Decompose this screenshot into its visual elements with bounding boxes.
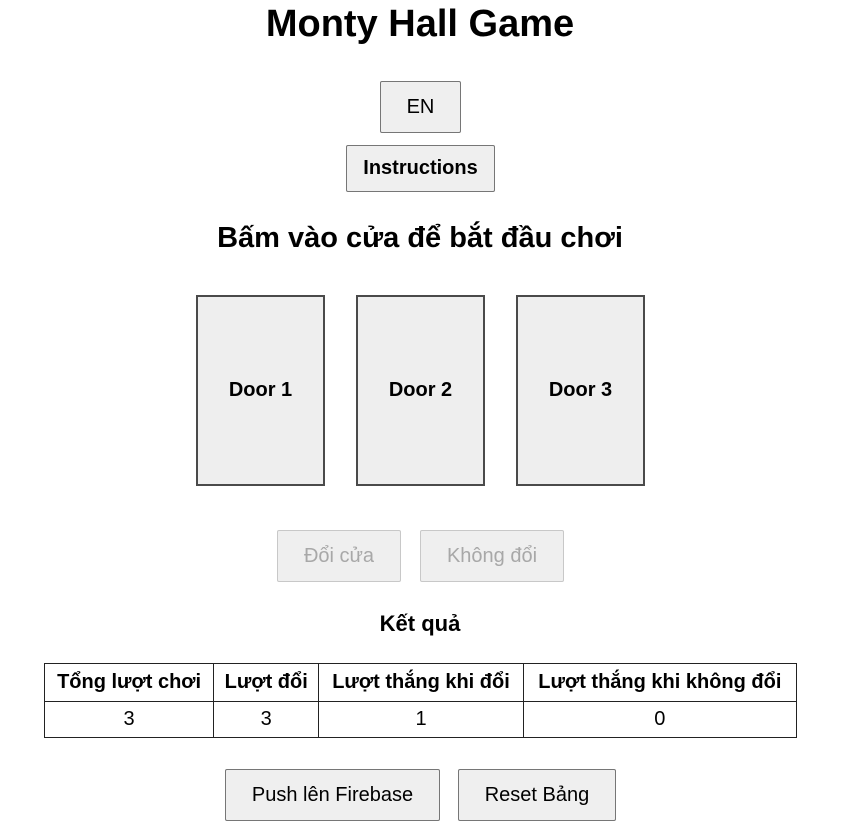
page-title: Monty Hall Game	[265, 3, 575, 45]
total-plays-value: 3	[43, 701, 215, 738]
game-prompt: Bấm vào cửa để bắt đầu chơi	[217, 222, 623, 254]
door-2-label: Door 2	[388, 379, 453, 401]
door-1[interactable]: Door 1	[196, 295, 325, 486]
table-row: 3 3 1 0	[43, 701, 798, 738]
wins-on-switch-value: 1	[318, 701, 524, 738]
door-3-label: Door 3	[548, 379, 613, 401]
language-toggle-button[interactable]: EN	[380, 81, 461, 133]
wins-on-stay-value: 0	[522, 701, 798, 738]
reset-table-button[interactable]: Reset Bảng	[458, 769, 616, 821]
switch-count-header: Lượt đổi	[213, 663, 320, 702]
stay-button[interactable]: Không đổi	[420, 530, 564, 582]
door-3[interactable]: Door 3	[516, 295, 645, 486]
wins-on-stay-header: Lượt thắng khi không đổi	[522, 663, 798, 702]
door-1-label: Door 1	[228, 379, 293, 401]
door-2[interactable]: Door 2	[356, 295, 485, 486]
push-firebase-button[interactable]: Push lên Firebase	[225, 769, 440, 821]
results-title: Kết quả	[379, 611, 461, 636]
wins-on-switch-header: Lượt thắng khi đổi	[318, 663, 524, 702]
total-plays-header: Tổng lượt chơi	[43, 663, 215, 702]
results-table: Tổng lượt chơi Lượt đổi Lượt thắng khi đ…	[43, 663, 798, 738]
instructions-button[interactable]: Instructions	[346, 145, 495, 192]
results-header-row: Tổng lượt chơi Lượt đổi Lượt thắng khi đ…	[43, 663, 798, 702]
switch-count-value: 3	[213, 701, 320, 738]
switch-door-button[interactable]: Đổi cửa	[277, 530, 401, 582]
